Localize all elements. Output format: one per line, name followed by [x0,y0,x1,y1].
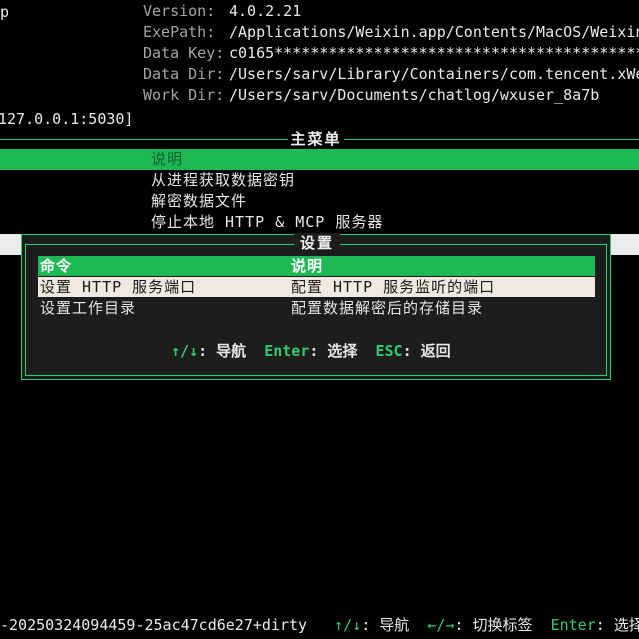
help-enter-key: Enter [264,342,310,360]
settings-row-command: 设置 HTTP 服务端口 [40,278,197,296]
status-enter-key: Enter [550,616,596,634]
column-header-description: 说明 [291,257,324,275]
settings-row-description: 配置 HTTP 服务监听的端口 [291,278,496,296]
help-esc-desc: : 返回 [402,342,451,360]
settings-row-description: 配置数据解密后的存储目录 [291,299,484,317]
version-label: Version: [143,2,216,20]
menu-item-label: 解密数据文件 [151,192,248,210]
menu-item-label: 说明 [151,150,184,168]
status-nav-desc: : 导航 [361,616,410,634]
settings-table-header: 命令 说明 [38,256,595,276]
status-enter-desc: : 选择 [595,616,639,634]
help-esc-key: ESC [375,342,403,360]
help-nav-desc: : 导航 [198,342,247,360]
info-row-workdir: Work Dir: /Users/sarv/Documents/chatlog/… [0,86,639,107]
workdir-label: Work Dir: [143,86,225,104]
version-value: 4.0.2.21 [229,2,302,20]
status-tab-desc: : 切换标签 [454,616,533,634]
exepath-value: /Applications/Weixin.app/Contents/MacOS/… [229,23,639,41]
info-row-datadir: Data Dir: /Users/sarv/Library/Containers… [0,65,639,86]
settings-dialog-title: 设置 [294,233,341,253]
status-bar: -20250324094459-25ac47cd6e27+dirty ↑/↓: … [0,615,639,635]
menu-item-get-key[interactable]: 从进程获取数据密钥 [0,170,639,191]
help-nav-key: ↑/↓ [171,342,199,360]
datakey-value: c0165***********************************… [229,44,639,62]
info-row-exepath: ExePath: /Applications/Weixin.app/Conten… [0,23,639,44]
status-nav-key: ↑/↓ [334,616,362,634]
column-header-command: 命令 [40,257,73,275]
server-address-fragment: 127.0.0.1:5030] [0,110,134,128]
menu-item-stop-server[interactable]: 停止本地 HTTP & MCP 服务器 [0,212,639,233]
datakey-label: Data Key: [143,44,225,62]
info-row-version: Version: 4.0.2.21 [0,2,639,23]
settings-row-http-port[interactable]: 设置 HTTP 服务端口 配置 HTTP 服务监听的端口 [38,277,595,297]
info-row-datakey: Data Key: c0165*************************… [0,44,639,65]
settings-row-work-dir[interactable]: 设置工作目录 配置数据解密后的存储目录 [38,298,595,318]
workdir-value: /Users/sarv/Documents/chatlog/wxuser_8a7… [229,86,600,104]
datadir-value: /Users/sarv/Library/Containers/com.tence… [229,65,639,83]
datadir-label: Data Dir: [143,65,225,83]
build-version: -20250324094459-25ac47cd6e27+dirty [0,616,308,634]
menu-item-label: 从进程获取数据密钥 [151,171,296,189]
hidden-row-highlight-left [0,234,21,255]
exepath-label: ExePath: [143,23,216,41]
help-enter-desc: : 选择 [309,342,358,360]
menu-item-decrypt[interactable]: 解密数据文件 [0,191,639,212]
main-menu-title: 主菜单 [288,128,344,149]
settings-row-command: 设置工作目录 [40,299,137,317]
settings-help-bar: ↑/↓: 导航 Enter: 选择 ESC: 返回 [171,341,451,361]
hidden-row-highlight-right [611,234,639,255]
status-tab-key: ←/→ [427,616,455,634]
menu-item-help[interactable]: 说明 [0,149,639,170]
menu-item-label: 停止本地 HTTP & MCP 服务器 [151,213,384,231]
